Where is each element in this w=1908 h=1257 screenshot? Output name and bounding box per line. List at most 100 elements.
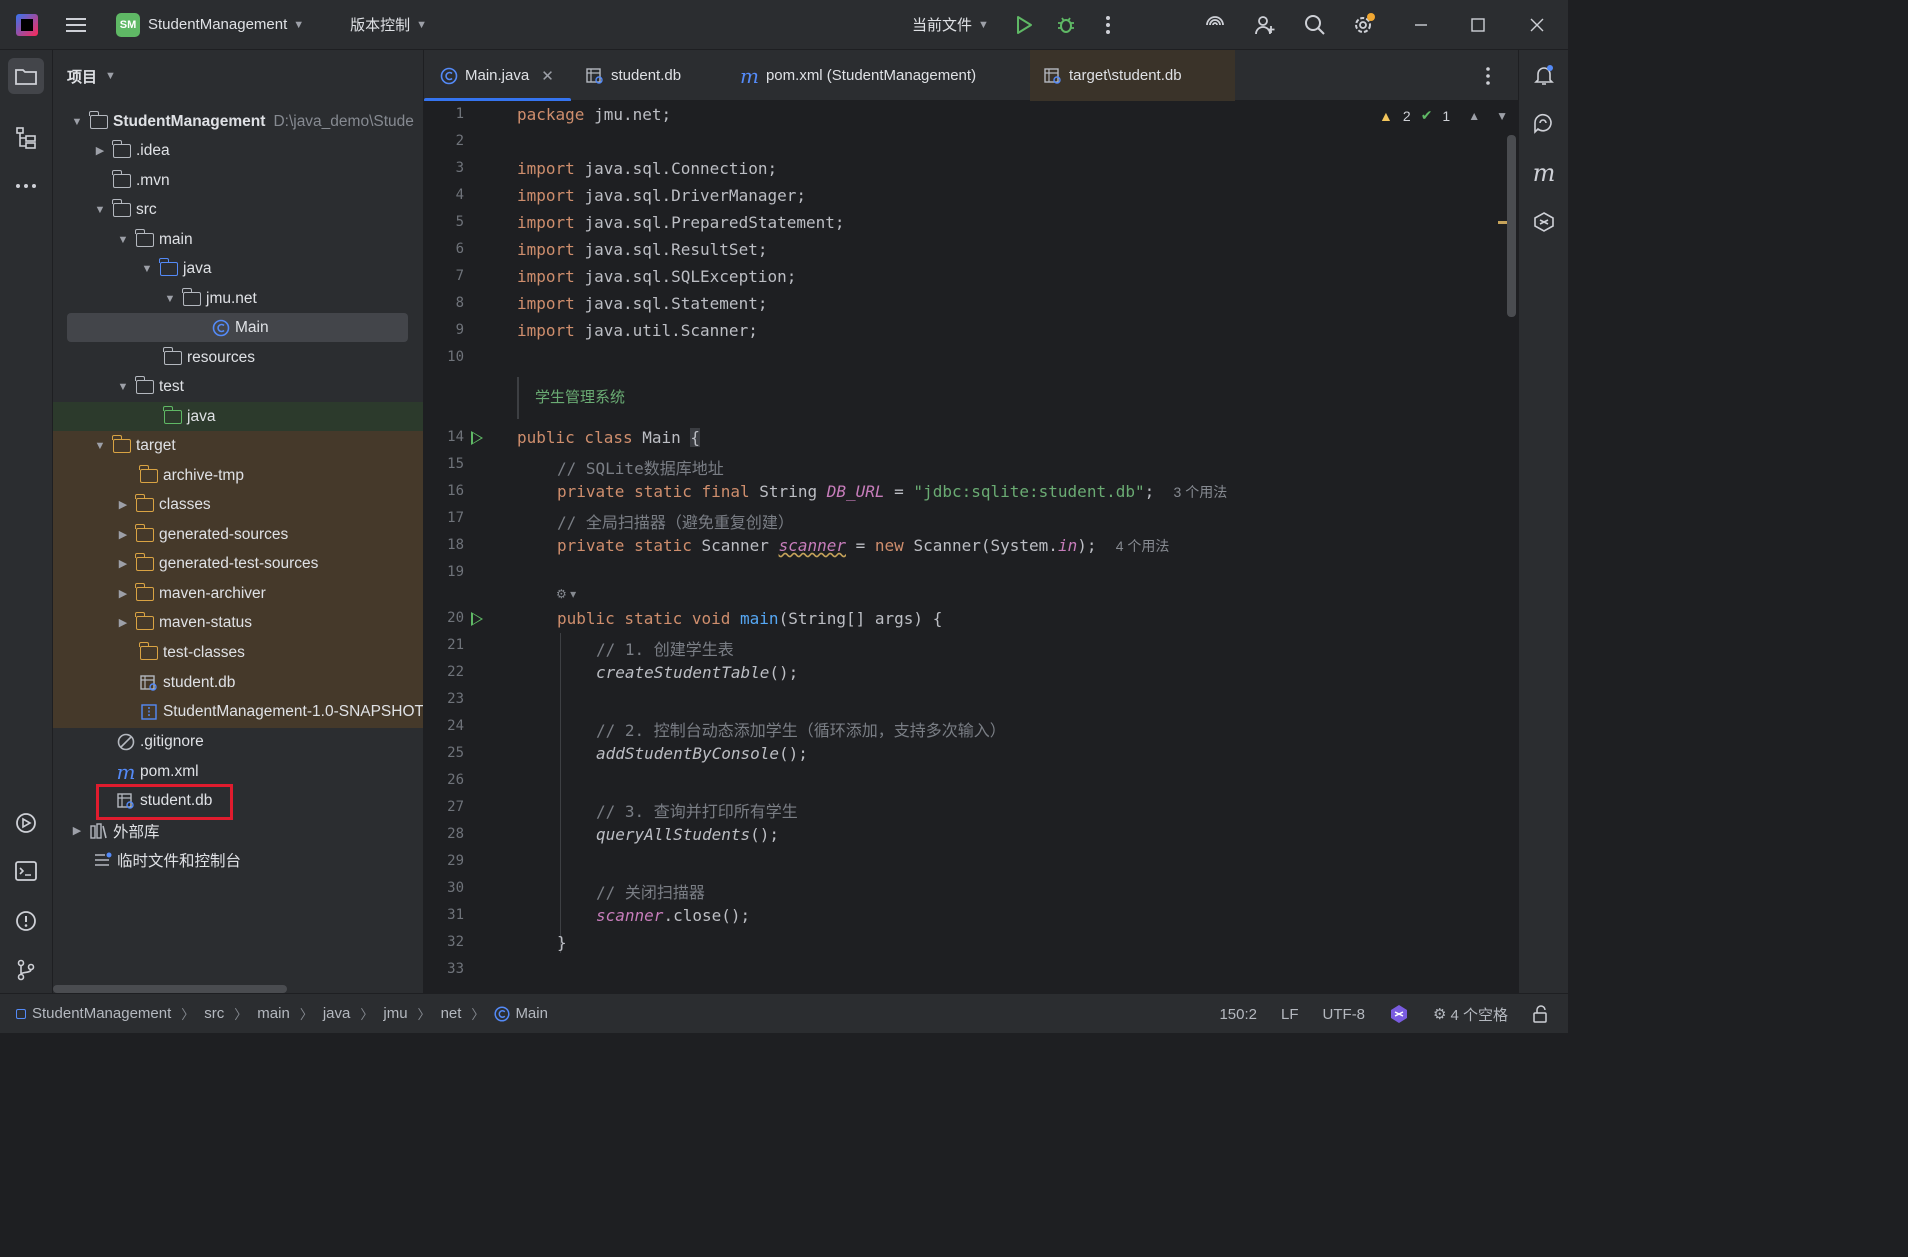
breadcrumb-item[interactable]: jmu xyxy=(383,1005,407,1022)
tree-item-main[interactable]: ▼ main xyxy=(53,225,423,254)
breadcrumb-item[interactable]: StudentManagement xyxy=(32,1005,171,1022)
run-icon[interactable] xyxy=(1006,7,1042,43)
chevron-down-icon: ▼ xyxy=(94,439,106,452)
lock-icon[interactable] xyxy=(1532,1005,1548,1023)
tree-item-test-classes[interactable]: test-classes xyxy=(53,638,423,667)
tree-item-label: test xyxy=(159,377,184,395)
more-tools-icon[interactable] xyxy=(8,168,44,204)
ai-status-icon[interactable] xyxy=(1389,1004,1409,1024)
run-config-selector[interactable]: 当前文件 ▼ xyxy=(912,14,989,35)
tree-item-mvn[interactable]: .mvn xyxy=(53,166,423,195)
tree-item-snapshot-jar[interactable]: StudentManagement-1.0-SNAPSHOT xyxy=(53,697,423,726)
settings-icon[interactable] xyxy=(1346,7,1382,43)
horizontal-scrollbar[interactable] xyxy=(53,985,287,993)
tree-item-test[interactable]: ▼ test xyxy=(53,372,423,401)
project-panel-header[interactable]: 项目 ▼ xyxy=(53,50,423,102)
tab-target-student-db[interactable]: target\student.db xyxy=(1030,50,1235,101)
rendered-doc-comment: 学生管理系统 xyxy=(517,377,625,419)
excluded-folder-icon xyxy=(139,641,159,661)
search-icon[interactable] xyxy=(1297,7,1333,43)
tree-item-pom[interactable]: m pom.xml xyxy=(53,757,423,786)
chevron-right-icon: 〉 xyxy=(417,1007,431,1022)
tab-options-icon[interactable] xyxy=(1486,50,1490,101)
chevron-up-icon[interactable]: ▲ xyxy=(1468,109,1480,123)
tree-item-label: 外部库 xyxy=(113,823,160,841)
run-gutter-icon[interactable] xyxy=(471,431,483,445)
tree-item-external-libraries[interactable]: ▶ 外部库 xyxy=(53,816,423,845)
maximize-icon[interactable] xyxy=(1460,7,1496,43)
tree-item-gitignore[interactable]: .gitignore xyxy=(53,727,423,756)
project-view-icon[interactable] xyxy=(8,58,44,94)
tree-item-resources[interactable]: resources xyxy=(53,343,423,372)
file-encoding[interactable]: UTF-8 xyxy=(1323,1006,1366,1023)
ai-actions-icon[interactable]: ⚙ ▾ xyxy=(556,587,576,601)
tree-item-generated-sources[interactable]: ▶ generated-sources xyxy=(53,520,423,549)
minimize-icon[interactable] xyxy=(1403,7,1439,43)
notifications-icon[interactable] xyxy=(1526,57,1562,93)
code-line-18: private static Scanner scanner = new Sca… xyxy=(557,536,1170,555)
breadcrumb-item[interactable]: net xyxy=(441,1005,462,1022)
ai-chat-icon[interactable] xyxy=(1526,106,1562,142)
breadcrumb-item[interactable]: Main xyxy=(515,1005,548,1022)
tab-student-db[interactable]: student.db xyxy=(586,50,681,101)
tree-item-package[interactable]: ▼ jmu.net xyxy=(53,284,423,313)
breadcrumb-item[interactable]: src xyxy=(204,1005,224,1022)
tab-main-java[interactable]: Main.java ✕ xyxy=(424,50,571,102)
tree-item-target-student-db[interactable]: student.db xyxy=(53,668,423,697)
ai-assistant-icon[interactable] xyxy=(1197,7,1233,43)
problems-icon[interactable] xyxy=(8,903,44,939)
breadcrumb-item[interactable]: java xyxy=(323,1005,351,1022)
code-line-4: import java.sql.DriverManager; xyxy=(517,186,806,205)
scratches-icon xyxy=(93,852,113,868)
class-icon xyxy=(494,1005,510,1022)
code-line-6: import java.sql.ResultSet; xyxy=(517,240,768,259)
tree-item-main-class[interactable]: Main xyxy=(67,313,408,342)
line-number: 25 xyxy=(447,745,464,761)
more-icon[interactable] xyxy=(1090,7,1126,43)
tree-item-idea[interactable]: ▶ .idea xyxy=(53,136,423,165)
folder-icon xyxy=(135,228,155,248)
database-file-icon xyxy=(139,674,159,691)
chevron-down-icon[interactable]: ▼ xyxy=(1496,109,1508,123)
inspection-widget[interactable]: ▲ 2 ✔ 1 ▲ ▼ xyxy=(1379,107,1508,124)
tree-item-label: pom.xml xyxy=(140,762,199,780)
tree-item-scratches[interactable]: 临时文件和控制台 xyxy=(53,845,423,874)
line-number: 1 xyxy=(455,106,464,122)
debug-icon[interactable] xyxy=(1048,7,1084,43)
add-user-icon[interactable] xyxy=(1247,7,1283,43)
git-icon[interactable] xyxy=(8,952,44,988)
tree-item-src[interactable]: ▼ src xyxy=(53,195,423,224)
tree-item-java-test[interactable]: java xyxy=(53,402,423,431)
tree-item-maven-archiver[interactable]: ▶ maven-archiver xyxy=(53,579,423,608)
terminal-icon[interactable] xyxy=(8,853,44,889)
structure-icon[interactable] xyxy=(8,120,44,156)
tree-item-maven-status[interactable]: ▶ maven-status xyxy=(53,608,423,637)
tree-item-java-src[interactable]: ▼ java xyxy=(53,254,423,283)
run-gutter-icon[interactable] xyxy=(471,612,483,626)
tab-pom-xml[interactable]: m pom.xml (StudentManagement) xyxy=(740,50,976,101)
chevron-right-icon: ▶ xyxy=(118,558,128,570)
tree-item-generated-test-sources[interactable]: ▶ generated-test-sources xyxy=(53,549,423,578)
menu-icon[interactable] xyxy=(58,7,94,43)
chevron-right-icon: ▶ xyxy=(118,588,128,600)
indent-setting[interactable]: ⚙ 4 个空格 xyxy=(1433,1004,1508,1025)
close-tab-icon[interactable]: ✕ xyxy=(541,67,554,85)
folder-icon xyxy=(112,169,132,189)
line-separator[interactable]: LF xyxy=(1281,1006,1299,1023)
tree-item-archive-tmp[interactable]: archive-tmp xyxy=(53,461,423,490)
class-icon xyxy=(211,319,231,336)
project-switcher[interactable]: SM StudentManagement ▼ xyxy=(116,12,304,37)
maven-tool-icon[interactable]: m xyxy=(1526,155,1562,191)
caret-position[interactable]: 150:2 xyxy=(1219,1006,1257,1023)
close-icon[interactable] xyxy=(1519,7,1555,43)
tree-item-target[interactable]: ▼ target xyxy=(53,431,423,460)
vcs-menu[interactable]: 版本控制 ▼ xyxy=(342,14,427,35)
vertical-scrollbar[interactable] xyxy=(1507,135,1516,317)
services-icon[interactable] xyxy=(8,805,44,841)
tree-item-classes[interactable]: ▶ classes xyxy=(53,490,423,519)
warning-count: 2 xyxy=(1402,107,1411,124)
ai-agent-icon[interactable] xyxy=(1526,204,1562,240)
tree-item-root[interactable]: ▼ StudentManagement D:\java_demo\Stude xyxy=(53,107,423,136)
code-editor[interactable]: ▲ 2 ✔ 1 ▲ ▼ 1 2 3 4 5 6 7 8 9 10 14 15 1… xyxy=(424,101,1518,993)
breadcrumb-item[interactable]: main xyxy=(257,1005,290,1022)
